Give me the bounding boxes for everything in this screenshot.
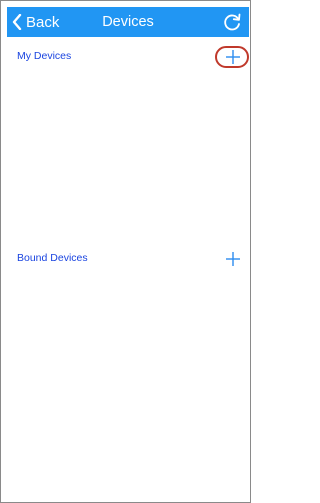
- refresh-icon: [224, 13, 241, 31]
- bound-devices-title: Bound Devices: [17, 252, 88, 264]
- add-my-device-button[interactable]: [223, 47, 243, 67]
- plus-icon: [226, 50, 240, 64]
- page-title: Devices: [102, 14, 154, 30]
- plus-icon: [226, 252, 240, 266]
- screen-frame: Back Devices My Devices Bound Devices: [0, 0, 251, 503]
- navigation-bar: Back Devices: [7, 7, 249, 37]
- refresh-button[interactable]: [221, 11, 243, 33]
- my-devices-title: My Devices: [17, 50, 72, 62]
- add-bound-device-button[interactable]: [223, 249, 243, 269]
